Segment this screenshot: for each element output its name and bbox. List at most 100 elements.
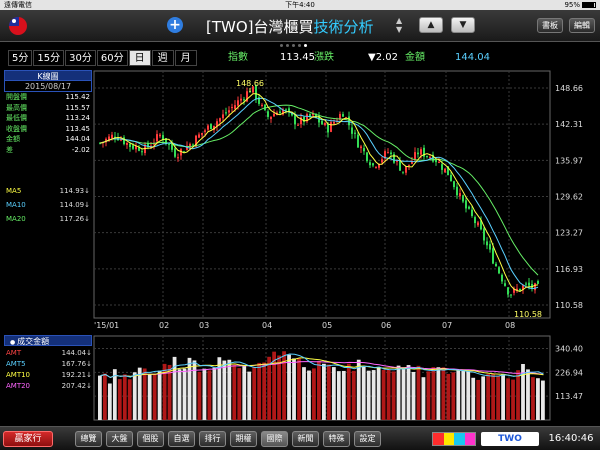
volume-bar (227, 359, 232, 420)
volume-bar (127, 379, 132, 420)
candle-body (537, 281, 539, 284)
toolbar-button[interactable]: 大盤 (106, 431, 133, 447)
volume-label: AMT20 (6, 382, 31, 390)
candle-body (279, 111, 281, 114)
toolbar-button[interactable]: 國際 (261, 431, 288, 447)
toolbar-button[interactable]: 總覽 (75, 431, 102, 447)
toolbar-button[interactable]: 期權 (230, 431, 257, 447)
candle-body (120, 139, 122, 141)
volume-bar (356, 359, 361, 420)
candle-body (417, 152, 419, 155)
volume-bar (98, 375, 102, 420)
volume-bar (317, 361, 321, 420)
candle-body (507, 287, 509, 295)
volume-bar (341, 370, 346, 420)
candle-body (225, 112, 227, 114)
price-x-tick: 04 (262, 321, 272, 330)
price-x-tick: 06 (381, 321, 391, 330)
candle-body (222, 114, 224, 119)
candle-body (441, 164, 443, 170)
price-chart-frame (93, 70, 551, 319)
volume-bar (441, 367, 446, 420)
volume-bar (242, 366, 247, 420)
toolbar-button[interactable]: 特殊 (323, 431, 350, 447)
candle-body (525, 283, 527, 285)
volume-legend-row: AMT 144.04↓ (4, 348, 92, 359)
volume-bar (421, 377, 426, 420)
volume-bar (411, 371, 416, 420)
volume-bar (536, 378, 540, 420)
price-y-tick: 129.62 (555, 193, 583, 202)
toolbar-button[interactable]: 新聞 (292, 431, 319, 447)
candle-body (309, 113, 311, 117)
volume-y-tick: 113.47 (555, 392, 583, 401)
toolbar-button[interactable]: 個股 (137, 431, 164, 447)
candle-body (450, 174, 452, 182)
color-palette-icon[interactable] (432, 432, 476, 446)
candle-body (129, 143, 131, 147)
toolbar-button[interactable]: 設定 (354, 431, 381, 447)
volume-bar (302, 367, 306, 420)
volume-label: AMT10 (6, 371, 31, 379)
candle-body (273, 113, 275, 117)
candle-body (429, 156, 431, 159)
toolbar-button[interactable]: 自選 (168, 431, 195, 447)
volume-bar (396, 365, 401, 420)
candle-body (468, 206, 470, 209)
volume-bar (177, 369, 182, 420)
candle-body (342, 114, 344, 117)
volume-bar (401, 368, 406, 420)
volume-bar (232, 364, 237, 420)
price-x-tick: 03 (199, 321, 209, 330)
candle-body (207, 125, 209, 130)
volume-bar (351, 370, 356, 420)
volume-y-tick: 340.40 (555, 345, 583, 354)
candle-body (321, 120, 323, 125)
candle-body (492, 248, 494, 264)
volume-bar (506, 378, 510, 420)
candle-body (243, 99, 245, 101)
volume-bar (117, 379, 122, 420)
volume-bar (501, 374, 505, 420)
volume-legend-row: AMT20 207.42↓ (4, 381, 92, 392)
volume-bar (147, 374, 152, 420)
candle-body (501, 274, 503, 282)
candle-body (237, 100, 239, 106)
candle-body (132, 145, 134, 149)
candle-body (399, 160, 401, 171)
volume-bar (366, 370, 371, 420)
candle-body (489, 244, 491, 250)
candle-body (198, 134, 200, 138)
candle-body (159, 134, 161, 137)
candle-body (324, 123, 326, 126)
volume-bar (122, 374, 127, 420)
candle-body (360, 146, 362, 149)
volume-bar (336, 371, 341, 420)
price-x-tick: 05 (322, 321, 332, 330)
candle-body (261, 104, 263, 106)
volume-bar (531, 377, 535, 420)
toolbar-button[interactable]: 排行 (199, 431, 226, 447)
volume-bar (386, 369, 391, 420)
symbol-box[interactable]: TWO (481, 432, 539, 446)
price-high-label: 148.66 (236, 79, 264, 88)
candle-body (504, 283, 506, 286)
volume-bar (252, 367, 257, 420)
volume-bar (481, 376, 486, 420)
volume-bar (491, 373, 496, 420)
logo-button[interactable]: 贏家行 (3, 431, 53, 447)
price-y-tick: 135.97 (555, 156, 583, 165)
volume-bar (541, 380, 545, 420)
candle-body (327, 123, 329, 133)
candle-body (354, 132, 356, 134)
candle-body (219, 118, 221, 122)
volume-bar (207, 370, 212, 420)
candle-body (534, 283, 536, 291)
candle-body (228, 110, 230, 113)
candle-body (462, 195, 464, 202)
candle-body (351, 127, 353, 134)
volume-bar (202, 368, 207, 420)
price-x-tick: 07 (442, 321, 452, 330)
candle-body (510, 294, 512, 296)
volume-bar (212, 367, 217, 420)
